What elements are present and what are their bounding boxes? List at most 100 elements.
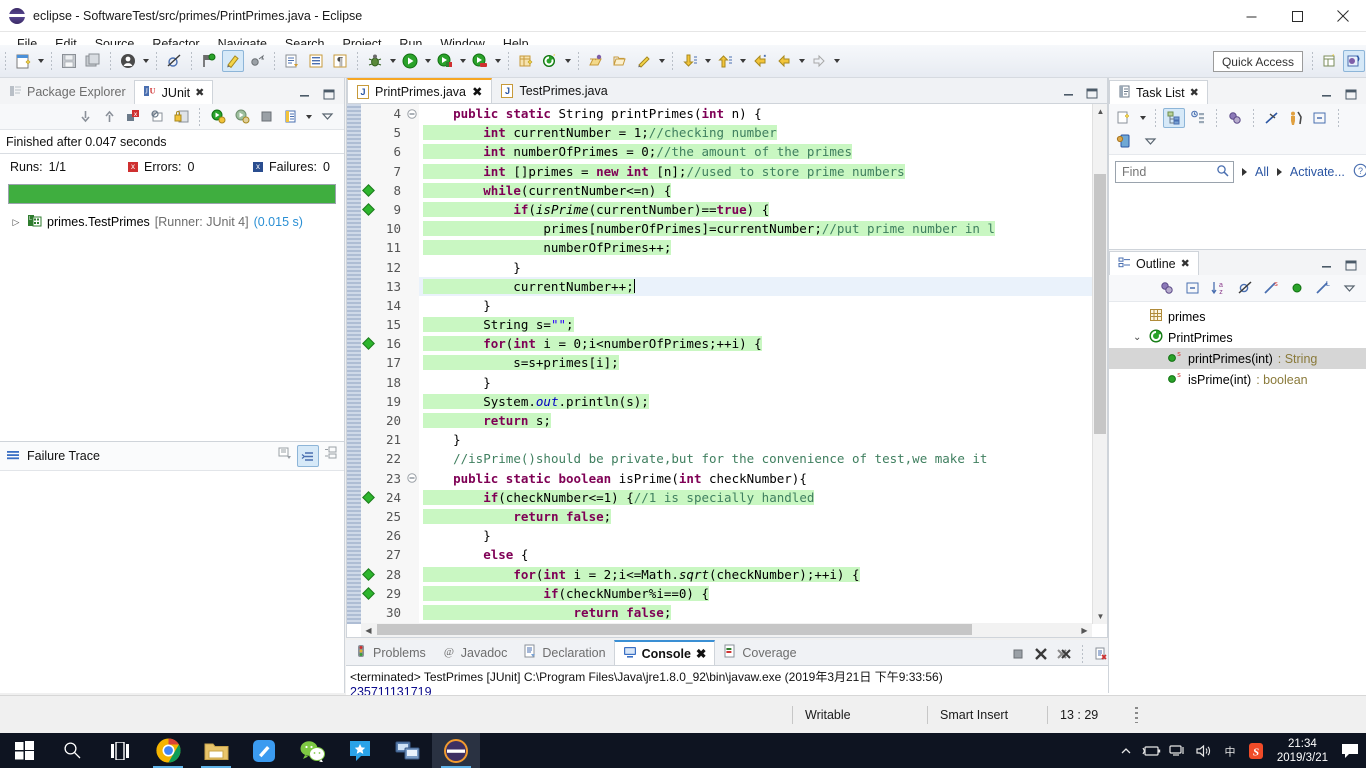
taskbar-remote-desktop[interactable] — [384, 733, 432, 768]
task-view-button[interactable] — [96, 733, 144, 768]
coverage-tool-icon[interactable] — [246, 50, 268, 72]
person-dropdown-icon[interactable] — [140, 50, 151, 72]
fold-marker[interactable] — [405, 392, 419, 411]
console-tab-console[interactable]: Console ✖ — [613, 640, 716, 665]
previous-annotation-icon[interactable] — [714, 50, 736, 72]
back-icon[interactable] — [773, 50, 795, 72]
code-line[interactable]: int currentNumber = 1;//checking number — [419, 123, 1107, 142]
line-marker[interactable] — [361, 603, 375, 622]
editor-vertical-scrollbar[interactable]: ▲ ▼ — [1092, 104, 1107, 624]
run-coverage-dropdown-icon[interactable] — [457, 50, 468, 72]
line-marker[interactable] — [361, 449, 375, 468]
code-line[interactable]: } — [419, 296, 1107, 315]
taskbar-clock[interactable]: 21:34 2019/3/21 — [1269, 737, 1336, 765]
code-line[interactable]: return s; — [419, 411, 1107, 430]
line-marker[interactable] — [361, 200, 375, 219]
task-list-minimize-icon[interactable] — [1320, 89, 1334, 104]
line-marker[interactable] — [361, 526, 375, 545]
code-line[interactable]: } — [419, 373, 1107, 392]
fold-marker[interactable] — [405, 565, 419, 584]
fold-marker[interactable] — [405, 353, 419, 372]
pencil-icon[interactable] — [633, 50, 655, 72]
task-list-maximize-icon[interactable] — [1344, 89, 1358, 104]
save-all-icon[interactable] — [82, 50, 104, 72]
open-task-icon[interactable] — [305, 50, 327, 72]
rerun-test-icon[interactable] — [207, 107, 229, 127]
activate-expander-icon[interactable] — [1276, 168, 1282, 176]
line-marker[interactable] — [361, 411, 375, 430]
line-marker[interactable] — [361, 430, 375, 449]
editor-tab-printprimes-java[interactable]: J PrintPrimes.java ✖ — [347, 78, 493, 103]
toggle-breakpoint-icon[interactable] — [198, 50, 220, 72]
hide-local-types-icon[interactable]: L — [1312, 278, 1334, 298]
view-menu-icon[interactable] — [316, 107, 338, 127]
show-ignored-icon[interactable] — [146, 107, 168, 127]
line-marker[interactable] — [361, 353, 375, 372]
tab-close-icon[interactable]: ✖ — [195, 86, 204, 99]
line-marker[interactable] — [361, 104, 375, 123]
fold-marker[interactable] — [405, 449, 419, 468]
new-java-package-icon[interactable] — [515, 50, 537, 72]
fold-marker[interactable] — [405, 258, 419, 277]
line-marker[interactable] — [361, 315, 375, 334]
collapse-all-tasks-icon[interactable] — [1309, 108, 1331, 128]
console-tab-javadoc[interactable]: @ Javadoc — [434, 640, 516, 665]
line-marker[interactable] — [361, 277, 375, 296]
run-icon[interactable] — [399, 50, 421, 72]
line-marker[interactable] — [361, 373, 375, 392]
taskbar-eclipse[interactable] — [432, 733, 480, 768]
fold-marker[interactable] — [405, 603, 419, 622]
editor-tab-close-icon[interactable]: ✖ — [472, 84, 482, 99]
lock-scroll-icon[interactable] — [170, 107, 192, 127]
code-line[interactable]: primes[numberOfPrimes]=currentNumber;//p… — [419, 219, 1107, 238]
outline-item-printprimesint[interactable]: s printPrimes(int) : String — [1109, 348, 1366, 369]
all-expander-icon[interactable] — [1242, 168, 1247, 176]
person-icon[interactable] — [117, 50, 139, 72]
console-tab-coverage[interactable]: Coverage — [715, 640, 804, 665]
code-line[interactable]: for(int i = 0;i<numberOfPrimes;++i) { — [419, 334, 1107, 353]
fold-marker[interactable] — [405, 526, 419, 545]
fold-marker[interactable] — [405, 277, 419, 296]
outline-item-printprimes[interactable]: ⌄ PrintPrimes — [1109, 327, 1366, 348]
line-marker[interactable] — [361, 565, 375, 584]
task-repositories-icon[interactable] — [1113, 131, 1135, 151]
code-line[interactable]: public static String printPrimes(int n) … — [419, 104, 1107, 123]
filter-stack-trace-icon[interactable] — [297, 445, 319, 467]
task-list-close-icon[interactable]: ✖ — [1190, 86, 1199, 99]
terminate-icon[interactable] — [1008, 644, 1028, 664]
line-marker[interactable] — [361, 392, 375, 411]
fold-marker[interactable] — [405, 469, 419, 488]
focus-on-workweek-icon[interactable] — [1261, 108, 1283, 128]
collapse-all-icon[interactable] — [323, 445, 338, 467]
focus-on-active-task-icon[interactable] — [1156, 278, 1178, 298]
new-wizard-dropdown-icon[interactable] — [35, 50, 46, 72]
junit-tree-row[interactable]: ▷ Lprimes.TestPrimes [Runner: JUnit 4] (0.0… — [0, 210, 344, 234]
task-find-input[interactable] — [1120, 164, 1216, 180]
new-task-dropdown-icon[interactable] — [1137, 107, 1148, 129]
marker-ruler[interactable] — [361, 104, 375, 624]
skip-breakpoints-icon[interactable] — [163, 50, 185, 72]
code-line[interactable]: else { — [419, 545, 1107, 564]
open-folder-icon[interactable] — [609, 50, 631, 72]
ime-icon[interactable]: 中 — [1217, 733, 1243, 768]
outline-minimize-icon[interactable] — [1320, 260, 1334, 275]
scroll-up-arrow-icon[interactable]: ▲ — [1093, 104, 1108, 119]
fold-marker[interactable] — [405, 334, 419, 353]
notification-icon[interactable] — [1336, 733, 1364, 768]
fold-marker[interactable] — [405, 162, 419, 181]
pencil-dropdown-icon[interactable] — [656, 50, 667, 72]
fold-marker[interactable] — [405, 142, 419, 161]
fold-marker[interactable] — [405, 296, 419, 315]
new-task-icon[interactable] — [1113, 108, 1135, 128]
junit-history-dropdown-icon[interactable] — [303, 106, 314, 128]
taskbar-wechat[interactable] — [288, 733, 336, 768]
close-button[interactable] — [1320, 0, 1366, 32]
taskbar-editor[interactable] — [240, 733, 288, 768]
scroll-left-arrow-icon[interactable]: ◀ — [361, 623, 376, 638]
tree-expander-icon[interactable]: ▷ — [10, 217, 22, 228]
fold-marker[interactable] — [405, 315, 419, 334]
debug-icon[interactable] — [364, 50, 386, 72]
sogou-icon[interactable]: S — [1243, 733, 1269, 768]
tab-task-list[interactable]: Task List ✖ — [1109, 80, 1208, 104]
code-line[interactable]: System.out.println(s); — [419, 392, 1107, 411]
